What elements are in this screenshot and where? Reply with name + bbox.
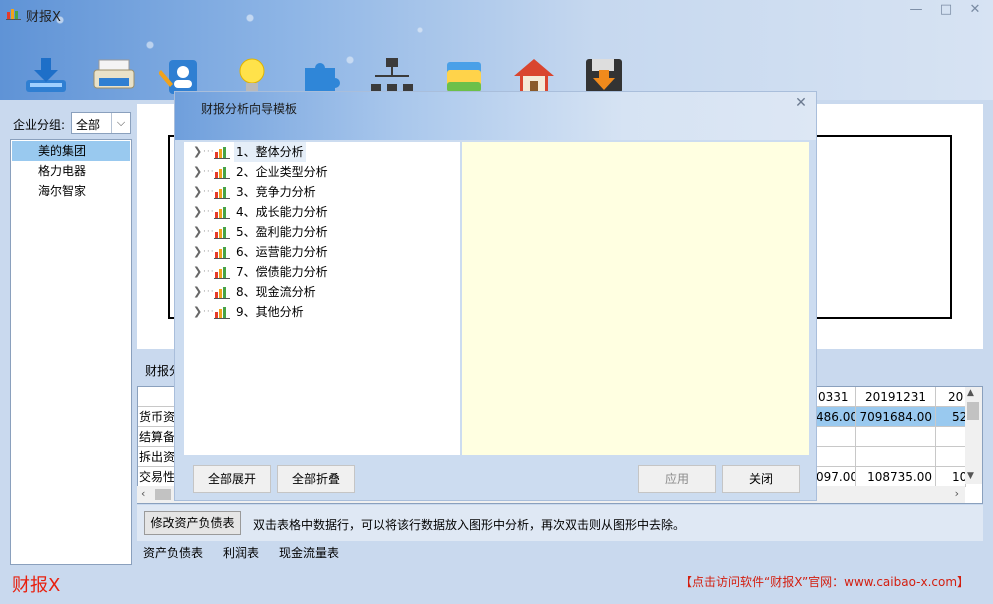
tree-item-label: 3、竞争力分析 bbox=[236, 185, 316, 199]
row-header[interactable]: 拆出资 bbox=[138, 447, 176, 467]
chevron-right-icon[interactable]: ❯ bbox=[193, 182, 202, 202]
grid-cell[interactable]: 097.00 bbox=[816, 467, 856, 487]
grid-cell[interactable] bbox=[816, 427, 856, 447]
dialog-close-button[interactable]: 关闭 bbox=[722, 465, 800, 493]
expand-all-button[interactable]: 全部展开 bbox=[193, 465, 271, 493]
grid-cell[interactable] bbox=[856, 447, 936, 467]
download-button[interactable] bbox=[22, 54, 70, 98]
minimize-button[interactable]: — bbox=[904, 2, 928, 18]
tab-balance-sheet[interactable]: 资产负债表 bbox=[143, 543, 203, 563]
grid-cell[interactable]: 52 bbox=[936, 407, 966, 427]
bar-chart-icon bbox=[214, 147, 230, 159]
vertical-scrollbar[interactable]: ▲ ▼ bbox=[965, 387, 982, 484]
grid-cell[interactable]: 7091684.00 bbox=[856, 407, 936, 427]
chevron-right-icon[interactable]: ❯ bbox=[193, 222, 202, 242]
save-icon bbox=[586, 59, 622, 93]
template-tree: ❯ ··· 1、整体分析 ❯ ··· 2、企业类型分析 ❯ ··· 3、竞争力分析 ❯… bbox=[184, 142, 460, 455]
template-detail-pane bbox=[462, 142, 809, 455]
maximize-button[interactable]: □ bbox=[934, 2, 958, 18]
scroll-down-icon[interactable]: ▼ bbox=[967, 471, 974, 481]
edit-balance-sheet-button[interactable]: 修改资产负债表 bbox=[144, 511, 241, 535]
analysis-wizard-dialog: 财报分析向导模板 ✕ ❯ ··· 1、整体分析 ❯ ··· 2、企业类型分析 ❯ ··… bbox=[174, 91, 817, 501]
tree-item-label: 2、企业类型分析 bbox=[236, 165, 328, 179]
app-logo-icon bbox=[6, 9, 21, 20]
contact-edit-icon bbox=[159, 60, 197, 94]
apply-button[interactable]: 应用 bbox=[638, 465, 716, 493]
printer-icon bbox=[93, 59, 135, 89]
chevron-right-icon[interactable]: ❯ bbox=[193, 242, 202, 262]
scroll-thumb[interactable] bbox=[967, 402, 979, 420]
chevron-down-icon: ⌵ bbox=[111, 113, 130, 133]
bar-chart-icon bbox=[214, 227, 230, 239]
tree-item-label: 8、现金流分析 bbox=[236, 285, 316, 299]
chevron-right-icon[interactable]: ❯ bbox=[193, 162, 202, 182]
tab-cash-flow[interactable]: 现金流量表 bbox=[279, 543, 339, 563]
download-icon bbox=[26, 58, 66, 92]
bar-chart-icon bbox=[214, 287, 230, 299]
scroll-right-icon[interactable]: › bbox=[955, 487, 959, 500]
grid-cell[interactable]: 486.00 bbox=[816, 407, 856, 427]
bar-chart-icon bbox=[214, 207, 230, 219]
grid-cell[interactable]: 108735.00 bbox=[856, 467, 936, 487]
grid-cell[interactable] bbox=[816, 447, 856, 467]
tree-item-label: 9、其他分析 bbox=[236, 305, 304, 319]
company-item-gree[interactable]: 格力电器 bbox=[12, 161, 130, 181]
group-label: 企业分组: bbox=[13, 118, 66, 132]
grid-cell[interactable] bbox=[936, 427, 966, 447]
scroll-left-icon[interactable]: ‹ bbox=[141, 487, 145, 500]
group-select[interactable]: 全部 ⌵ bbox=[71, 112, 131, 134]
chevron-right-icon[interactable]: ❯ bbox=[193, 262, 202, 282]
hint-text: 双击表格中数据行，可以将该行数据放入图形中分析，再次双击则从图形中去除。 bbox=[253, 518, 686, 532]
row-header[interactable]: 结算备 bbox=[138, 427, 176, 447]
app-title: 财报X bbox=[26, 10, 61, 25]
tab-income-statement[interactable]: 利润表 bbox=[223, 543, 259, 563]
chevron-right-icon[interactable]: ❯ bbox=[193, 142, 202, 162]
tree-item-label: 6、运营能力分析 bbox=[236, 245, 328, 259]
title-bar bbox=[0, 0, 993, 100]
brand-logo: 财报X bbox=[12, 575, 61, 596]
scroll-thumb[interactable] bbox=[155, 489, 171, 500]
bar-chart-icon bbox=[214, 267, 230, 279]
tree-item-label: 1、整体分析 bbox=[234, 142, 306, 162]
grid-cell[interactable] bbox=[856, 427, 936, 447]
grid-cell[interactable] bbox=[936, 447, 966, 467]
group-select-value: 全部 bbox=[76, 118, 101, 132]
tree-item-label: 4、成长能力分析 bbox=[236, 205, 328, 219]
column-header[interactable]: 20 bbox=[936, 387, 966, 407]
dialog-close-icon[interactable]: ✕ bbox=[792, 94, 810, 112]
scroll-up-icon[interactable]: ▲ bbox=[967, 388, 974, 398]
tree-item-label: 7、偿债能力分析 bbox=[236, 265, 328, 279]
chevron-right-icon[interactable]: ❯ bbox=[193, 202, 202, 222]
website-link[interactable]: 【点击访问软件“财报X”官网：www.caibao-x.com】 bbox=[680, 573, 969, 590]
column-header[interactable]: 20191231 bbox=[856, 387, 936, 407]
collapse-all-button[interactable]: 全部折叠 bbox=[277, 465, 355, 493]
column-header[interactable]: 0331 bbox=[816, 387, 856, 407]
puzzle-icon bbox=[305, 63, 340, 94]
company-list: 美的集团 格力电器 海尔智家 bbox=[10, 139, 132, 565]
window-close-button[interactable]: ✕ bbox=[963, 2, 987, 18]
folder-icon bbox=[447, 62, 481, 92]
bar-chart-icon bbox=[214, 307, 230, 319]
chevron-right-icon[interactable]: ❯ bbox=[193, 282, 202, 302]
grid-corner bbox=[138, 387, 176, 407]
home-icon bbox=[514, 59, 554, 93]
company-item-midea[interactable]: 美的集团 bbox=[12, 141, 130, 161]
row-header[interactable]: 交易性 bbox=[138, 467, 176, 487]
bar-chart-icon bbox=[214, 187, 230, 199]
printer-button[interactable] bbox=[90, 54, 138, 98]
lightbulb-icon bbox=[239, 58, 265, 92]
org-chart-icon bbox=[371, 58, 413, 92]
bar-chart-icon bbox=[214, 167, 230, 179]
grid-cell[interactable]: 10 bbox=[936, 467, 966, 487]
company-item-haier[interactable]: 海尔智家 bbox=[12, 181, 130, 201]
dialog-title: 财报分析向导模板 bbox=[201, 102, 298, 116]
row-header[interactable]: 货币资 bbox=[138, 407, 176, 427]
chevron-right-icon[interactable]: ❯ bbox=[193, 302, 202, 322]
tree-item-label: 5、盈利能力分析 bbox=[236, 225, 328, 239]
bar-chart-icon bbox=[214, 247, 230, 259]
